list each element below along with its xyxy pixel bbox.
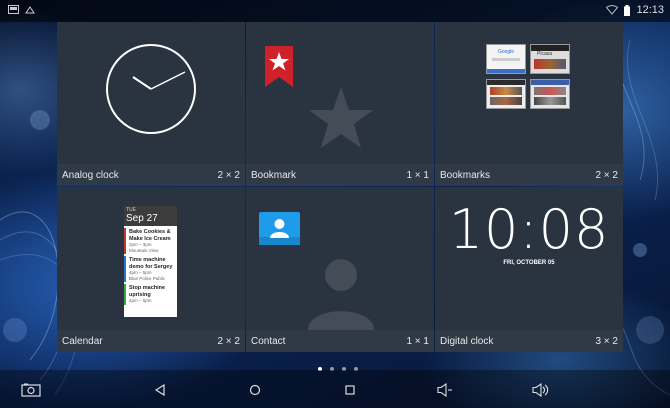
home-icon bbox=[249, 384, 261, 396]
wifi-icon bbox=[606, 5, 619, 15]
widget-caption: Analog clock 2 × 2 bbox=[57, 164, 245, 186]
back-icon bbox=[154, 384, 165, 396]
contact-icon bbox=[259, 212, 300, 245]
widget-preview bbox=[57, 22, 245, 164]
calendar-event: Stop machine uprising 4pm – 5pm bbox=[124, 284, 177, 305]
widget-preview: TUE Sep 27 Bake Cookies & Make Ice Cream… bbox=[57, 187, 245, 330]
widget-tile-bookmark[interactable]: Bookmark 1 × 1 bbox=[246, 22, 434, 186]
screenshot-button[interactable] bbox=[19, 379, 43, 401]
volume-down-button[interactable] bbox=[433, 379, 457, 401]
volume-up-icon bbox=[532, 383, 549, 397]
calendar-event: Time machine demo for Sergey 4pm – 5pm B… bbox=[124, 256, 177, 282]
screenshot-icon bbox=[8, 5, 19, 14]
settings-icon bbox=[25, 6, 35, 14]
bookmarks-thumbnail-grid: Google Picasa bbox=[486, 44, 572, 110]
widget-size: 2 × 2 bbox=[595, 169, 618, 181]
bookmark-icon bbox=[265, 46, 293, 87]
widget-caption: Bookmarks 2 × 2 bbox=[435, 164, 623, 186]
widget-preview bbox=[246, 22, 434, 164]
calendar-date: Sep 27 bbox=[126, 213, 158, 224]
widget-name: Bookmarks bbox=[440, 169, 491, 181]
widget-size: 1 × 1 bbox=[406, 169, 429, 181]
widget-tile-digital-clock[interactable]: 10:08 FRI, OCTOBER 05 Digital clock 3 × … bbox=[435, 187, 623, 352]
recents-icon bbox=[345, 385, 355, 395]
back-button[interactable] bbox=[148, 379, 172, 401]
widget-name: Contact bbox=[251, 335, 286, 347]
widget-picker: Analog clock 2 × 2 Bookmark 1 × 1 Google bbox=[57, 22, 623, 352]
volume-up-button[interactable] bbox=[529, 379, 553, 401]
widget-name: Bookmark bbox=[251, 169, 297, 181]
widget-caption: Bookmark 1 × 1 bbox=[246, 164, 434, 186]
widget-preview: 10:08 FRI, OCTOBER 05 bbox=[435, 187, 623, 330]
bookmark-thumbnail-label: Picasa bbox=[537, 51, 553, 57]
recents-button[interactable] bbox=[338, 379, 362, 401]
widget-tile-bookmarks[interactable]: Google Picasa Bookmarks 2 × 2 bbox=[435, 22, 623, 186]
analog-clock-icon bbox=[106, 44, 196, 134]
widget-preview bbox=[246, 187, 434, 330]
bookmark-thumbnail bbox=[530, 79, 570, 109]
navigation-bar bbox=[0, 370, 670, 408]
bookmark-thumbnail-label: Google bbox=[497, 49, 515, 55]
widget-size: 3 × 2 bbox=[595, 335, 618, 347]
widget-tile-contact[interactable]: Contact 1 × 1 bbox=[246, 187, 434, 352]
widget-name: Calendar bbox=[62, 335, 103, 347]
status-time: 12:13 bbox=[636, 4, 664, 16]
widget-size: 2 × 2 bbox=[217, 335, 240, 347]
widget-name: Digital clock bbox=[440, 335, 494, 347]
digital-clock-date: FRI, OCTOBER 05 bbox=[503, 260, 555, 266]
widget-tile-analog-clock[interactable]: Analog clock 2 × 2 bbox=[57, 22, 245, 186]
widget-caption: Contact 1 × 1 bbox=[246, 330, 434, 352]
widget-size: 1 × 1 bbox=[406, 335, 429, 347]
widget-caption: Calendar 2 × 2 bbox=[57, 330, 245, 352]
widget-preview: Google Picasa bbox=[435, 22, 623, 164]
widget-caption: Digital clock 3 × 2 bbox=[435, 330, 623, 352]
bookmark-thumbnail bbox=[486, 79, 526, 109]
battery-icon bbox=[624, 4, 631, 16]
widget-size: 2 × 2 bbox=[217, 169, 240, 181]
widget-tile-calendar[interactable]: TUE Sep 27 Bake Cookies & Make Ice Cream… bbox=[57, 187, 245, 352]
screenshot-icon bbox=[21, 383, 41, 397]
status-bar: 12:13 bbox=[0, 0, 670, 22]
volume-down-icon bbox=[437, 383, 452, 397]
calendar-event: Bake Cookies & Make Ice Cream 2pm – 3pm … bbox=[124, 228, 177, 254]
digital-clock-time: 10:08 bbox=[448, 198, 610, 261]
widget-name: Analog clock bbox=[62, 169, 119, 181]
calendar-agenda-preview: TUE Sep 27 Bake Cookies & Make Ice Cream… bbox=[124, 206, 177, 317]
home-button[interactable] bbox=[243, 379, 267, 401]
bookmark-thumbnail: Picasa bbox=[530, 44, 570, 74]
bookmark-thumbnail: Google bbox=[486, 44, 526, 74]
